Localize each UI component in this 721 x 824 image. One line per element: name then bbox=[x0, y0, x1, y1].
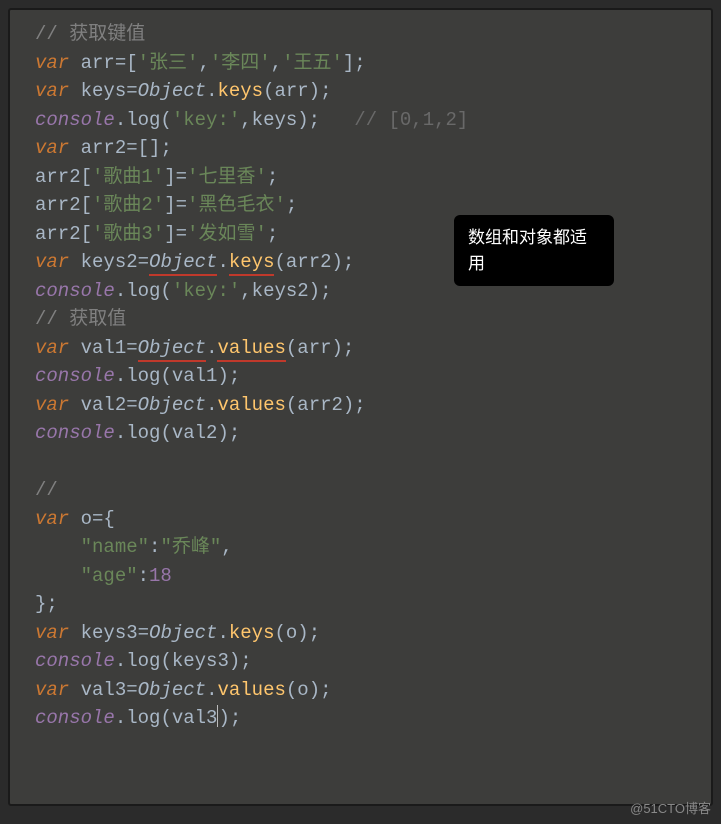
watermark: @51CTO博客 bbox=[630, 799, 711, 819]
code-line: }; bbox=[35, 590, 711, 619]
code-line: var val3=Object.values(o); bbox=[35, 676, 711, 705]
code-line: // 获取值 bbox=[35, 305, 711, 334]
code-line: console.log(val2); bbox=[35, 419, 711, 448]
code-line: "age":18 bbox=[35, 562, 711, 591]
code-line: "name":"乔峰", bbox=[35, 533, 711, 562]
code-line: var val2=Object.values(arr2); bbox=[35, 391, 711, 420]
code-line: console.log(val3); bbox=[35, 704, 711, 733]
code-line: var keys3=Object.keys(o); bbox=[35, 619, 711, 648]
annotation-note: 数组和对象都适用 bbox=[454, 215, 614, 286]
code-line: console.log('key:',keys); // [0,1,2] bbox=[35, 106, 711, 135]
code-line: var o={ bbox=[35, 505, 711, 534]
code-line: var keys=Object.keys(arr); bbox=[35, 77, 711, 106]
code-line: arr2['歌曲1']='七里香'; bbox=[35, 163, 711, 192]
code-line: console.log(val1); bbox=[35, 362, 711, 391]
code-line: var val1=Object.values(arr); bbox=[35, 334, 711, 363]
code-line: console.log(keys3); bbox=[35, 647, 711, 676]
code-editor[interactable]: // 获取键值 var arr=['张三','李四','王五']; var ke… bbox=[8, 8, 713, 806]
code-line: var arr2=[]; bbox=[35, 134, 711, 163]
code-line bbox=[35, 448, 711, 477]
code-line: var arr=['张三','李四','王五']; bbox=[35, 49, 711, 78]
code-line: // bbox=[35, 476, 711, 505]
code-line: // 获取键值 bbox=[35, 20, 711, 49]
